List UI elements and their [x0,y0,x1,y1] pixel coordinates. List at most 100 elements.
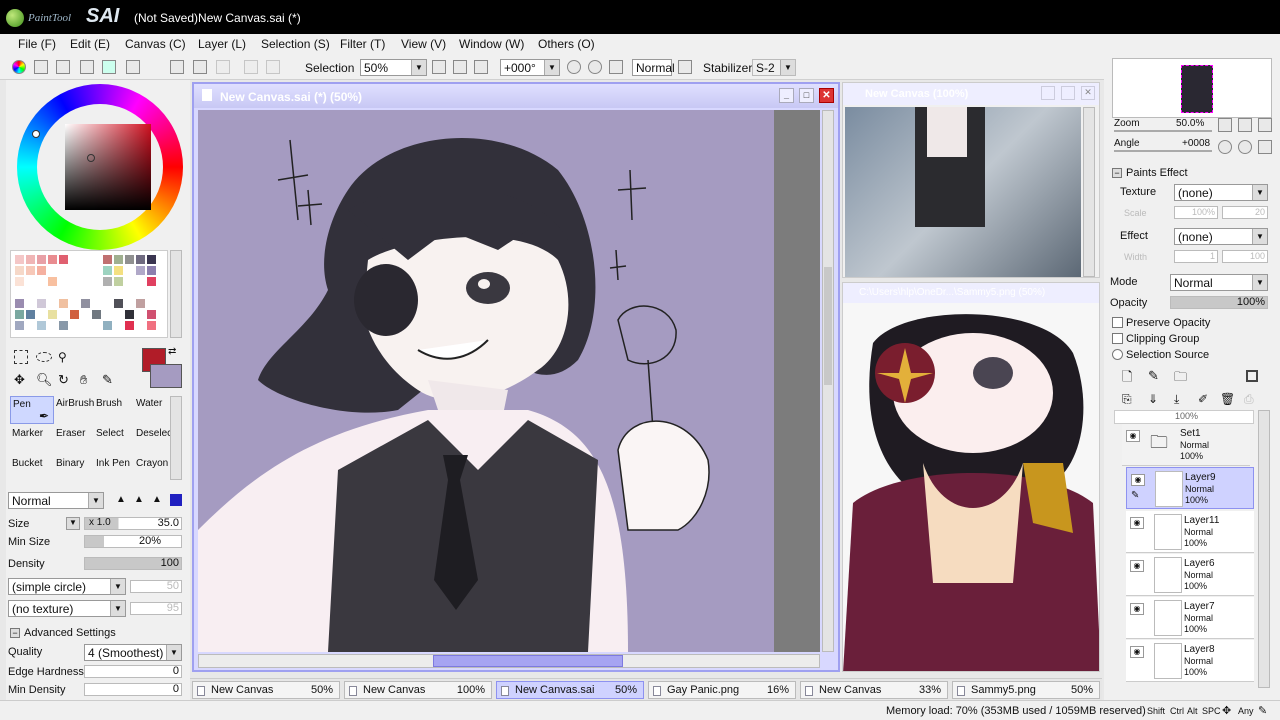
swatch[interactable] [103,321,112,330]
zoom-in-icon[interactable] [453,60,467,74]
swatch[interactable] [136,266,145,275]
swatch[interactable] [59,299,68,308]
rgb-slider-icon[interactable] [56,60,70,74]
layer-item-layer7[interactable]: ◉ Layer7 Normal 100% [1126,597,1254,639]
menu-others[interactable]: Others (O) [538,37,595,51]
swatch[interactable] [26,310,35,319]
maximize-icon[interactable]: □ [799,88,814,103]
hand-icon[interactable]: ✋︎ [80,372,87,388]
swatch[interactable] [15,277,24,286]
canvas-hscroll[interactable] [198,654,820,668]
swatch[interactable] [15,310,24,319]
effect-select[interactable]: (none) ▼ [1174,228,1268,245]
lasso-icon[interactable] [36,352,52,362]
swatch[interactable] [70,310,79,319]
tool-inkpen[interactable]: Ink Pen [94,456,138,484]
minsize-slider[interactable]: 20% [84,535,182,548]
brush-shape-buttons[interactable]: ▲ ▲ ▲ [112,494,184,508]
delete-layer-icon[interactable]: 🗑︎ [1220,392,1235,406]
flip-icon[interactable] [678,60,692,74]
texture-select[interactable]: (none) ▼ [1174,184,1268,201]
swatch[interactable] [125,321,134,330]
swatch-grid-icon[interactable] [102,60,116,74]
layer-item-layer9[interactable]: ◉ ✎ Layer9 Normal 100% [1126,467,1254,509]
minimize-icon[interactable]: _ [779,88,794,103]
blend-mode-field[interactable]: Normal [632,59,675,76]
swatch[interactable] [136,299,145,308]
layer-item-layer6[interactable]: ◉ Layer6 Normal 100% [1126,554,1254,596]
doc-tab-1[interactable]: New Canvas 50% [192,681,340,699]
swatch[interactable] [37,321,46,330]
nav-zoom-in-icon[interactable] [1238,118,1252,132]
merge-down-icon[interactable]: ⤓ [1174,392,1179,407]
swatch[interactable] [103,266,112,275]
visibility-eye-icon[interactable]: ◉ [1130,560,1144,572]
hscroll-thumb[interactable] [433,655,623,667]
swatch[interactable] [37,255,46,264]
panel-toggle-icon[interactable] [170,60,184,74]
shape-flat-icon[interactable] [170,494,182,506]
scale-strength-slider[interactable]: 20 [1222,206,1268,219]
drawing-area[interactable] [198,110,774,652]
swatch[interactable] [114,255,123,264]
swatch[interactable] [48,310,57,319]
slider-panel-icon[interactable] [34,60,48,74]
layer-opacity-slider[interactable]: 100% [1170,296,1268,309]
menu-view[interactable]: View (V) [401,37,446,51]
color-square[interactable] [65,124,151,210]
shape-medium-icon[interactable]: ▲ [134,494,144,505]
swatch[interactable] [26,266,35,275]
menu-layer[interactable]: Layer (L) [198,37,246,51]
clipping-group-checkbox[interactable] [1112,333,1123,344]
disabled-layer-action-icon[interactable]: ⎙ [1244,392,1254,407]
angle-select[interactable]: +000° ▼ [500,59,560,76]
copy-layer-icon[interactable]: ⎘ [1122,392,1132,407]
rotate-icon[interactable]: ↻ [58,372,69,388]
vscroll-thumb[interactable] [824,267,832,385]
swatch[interactable] [15,255,24,264]
advanced-settings-toggle[interactable]: − Advanced Settings [8,626,184,642]
quality-select[interactable]: 4 (Smoothest) ▼ [84,644,182,661]
swatch[interactable] [147,255,156,264]
preserve-opacity-checkbox[interactable] [1112,317,1123,328]
swatch[interactable] [136,255,145,264]
menu-filter[interactable]: Filter (T) [340,37,385,51]
new-linework-layer-icon[interactable]: ✎ [1148,368,1159,384]
menu-edit[interactable]: Edit (E) [70,37,110,51]
menu-selection[interactable]: Selection (S) [261,37,330,51]
swatch[interactable] [48,255,57,264]
color-wheel[interactable] [17,84,183,250]
nav-rotate-left-icon[interactable] [1218,140,1232,154]
layer-item-set1[interactable]: ◉ 🗀︎ Set1 Normal 100% [1122,424,1250,466]
nav-zoom-reset-icon[interactable] [1258,118,1272,132]
menu-canvas[interactable]: Canvas (C) [125,37,186,51]
swatch[interactable] [15,321,24,330]
zoom-icon[interactable]: 🔍︎ [36,372,53,388]
swatch[interactable] [26,255,35,264]
menu-window[interactable]: Window (W) [459,37,524,51]
nav-zoom-out-icon[interactable] [1218,118,1232,132]
rotate-right-icon[interactable] [588,60,602,74]
swatch[interactable] [147,266,156,275]
marquee-icon[interactable] [14,350,28,364]
layer-item-layer11[interactable]: ◉ Layer11 Normal 100% [1126,511,1254,553]
texture-strength-slider[interactable]: 95 [130,602,182,615]
nav-rotate-right-icon[interactable] [1238,140,1252,154]
visibility-eye-icon[interactable]: ◉ [1126,430,1140,442]
selection-source-radio[interactable] [1112,349,1123,360]
swatch[interactable] [48,277,57,286]
swatch[interactable] [92,310,101,319]
eyedropper-icon[interactable]: ✎ [102,372,113,388]
clear-layer-icon[interactable]: ✐ [1198,392,1208,406]
transfer-down-icon[interactable]: ⇓ [1148,392,1158,406]
scale-slider[interactable]: 100% [1174,206,1218,219]
swatch[interactable] [59,255,68,264]
swatch[interactable] [81,299,90,308]
visibility-eye-icon[interactable]: ◉ [1130,517,1144,529]
tool-binary[interactable]: Binary [54,456,98,484]
menu-file[interactable]: File (F) [18,37,56,51]
nav-rotate-reset-icon[interactable] [1258,140,1272,154]
secondary-color-box[interactable] [150,364,182,388]
size-multiplier-dropdown-icon[interactable]: ▼ [66,517,80,530]
min-density-slider[interactable]: 0 [84,683,182,696]
